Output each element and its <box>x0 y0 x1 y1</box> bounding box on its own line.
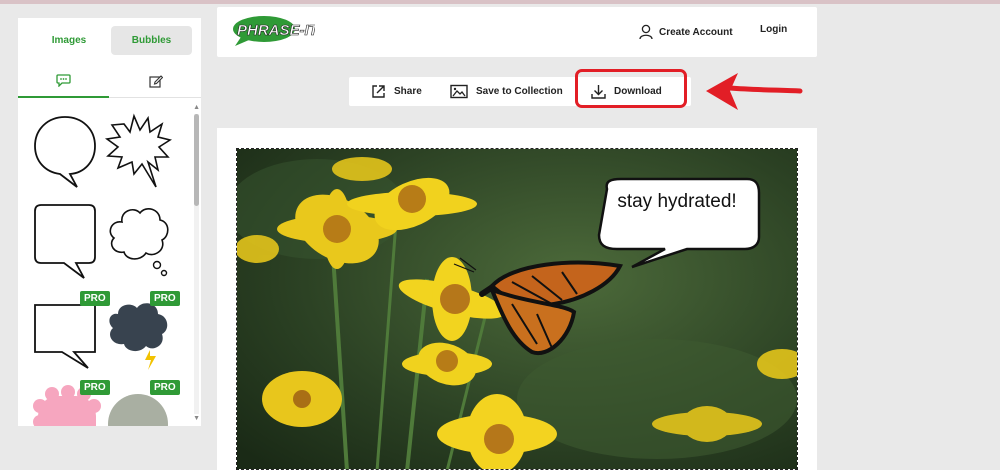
bubble-mode-tabs <box>18 64 201 98</box>
bubble-oval-thumb[interactable] <box>32 112 102 192</box>
save-to-collection-label: Save to Collection <box>476 86 563 97</box>
tab-text-edit[interactable] <box>110 64 201 97</box>
login-button[interactable]: Login <box>760 24 787 35</box>
save-to-collection-button[interactable]: Save to Collection <box>450 77 563 106</box>
bubble-caption-text[interactable]: stay hydrated! <box>606 191 748 213</box>
image-collection-icon <box>450 84 468 99</box>
top-header: PHRASE-IT Create Account Login <box>217 7 817 57</box>
tab-speech-bubbles[interactable] <box>18 64 109 98</box>
red-arrow-annotation <box>706 73 803 110</box>
sidebar-scroll-thumb[interactable] <box>194 114 199 206</box>
scroll-up-arrow-icon[interactable]: ▲ <box>193 104 200 111</box>
share-button[interactable]: Share <box>371 77 422 106</box>
bubble-thought-thumb[interactable] <box>104 202 174 282</box>
sidebar-scrollbar[interactable] <box>194 114 199 414</box>
tab-bubbles[interactable]: Bubbles <box>111 26 192 55</box>
phrase-it-logo[interactable]: PHRASE-IT <box>231 13 320 54</box>
sidebar-panel: Images Bubbles PRO PRO PRO PRO ▲ ▼ <box>18 18 201 426</box>
tab-images[interactable]: Images <box>28 26 110 55</box>
tab-images-label: Images <box>51 35 87 46</box>
bubble-grid: PRO PRO PRO PRO <box>18 100 190 426</box>
login-label: Login <box>760 24 788 35</box>
user-icon <box>639 24 653 40</box>
tab-bubbles-label: Bubbles <box>131 35 172 46</box>
logo-text: PHRASE-IT <box>237 22 315 39</box>
create-account-label: Create Account <box>659 26 733 38</box>
download-highlight-box <box>575 69 687 108</box>
scroll-down-arrow-icon[interactable]: ▼ <box>193 415 200 422</box>
bubble-spiky-thumb[interactable] <box>104 112 174 192</box>
create-account-button[interactable]: Create Account <box>639 24 733 40</box>
chat-bubble-icon <box>56 73 71 87</box>
share-label: Share <box>394 86 422 97</box>
pro-badge: PRO <box>150 291 180 306</box>
edit-icon <box>148 74 163 88</box>
library-segmented-control: Images Bubbles <box>28 26 192 55</box>
bubble-rectangle-thumb[interactable] <box>32 202 102 282</box>
pro-badge: PRO <box>150 380 180 395</box>
top-accent-line <box>0 0 1000 4</box>
share-icon <box>372 85 385 98</box>
